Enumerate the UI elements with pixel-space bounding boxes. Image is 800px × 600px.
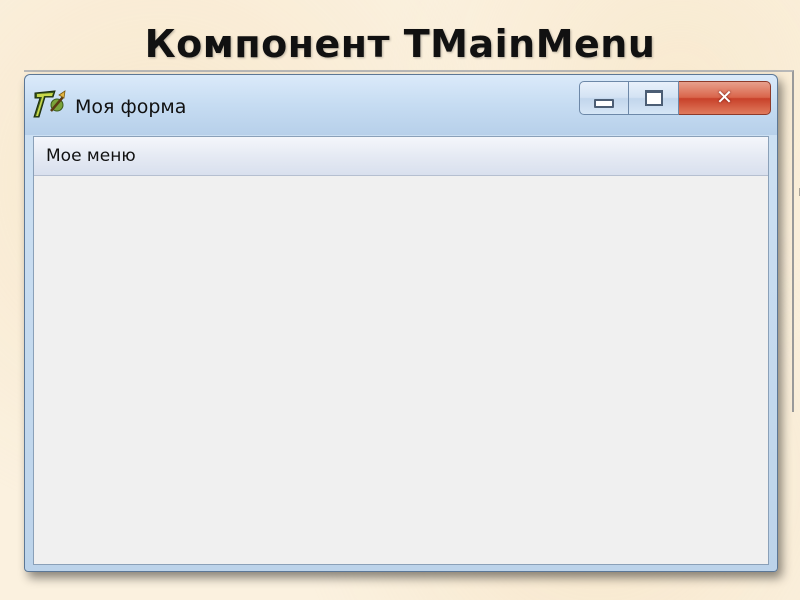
- app-window: Моя форма ✕ Мое меню: [24, 74, 778, 572]
- window-client-area: Мое меню: [33, 136, 769, 565]
- slide-title: Компонент TMainMenu: [144, 22, 656, 66]
- minimize-icon: [594, 98, 614, 108]
- maximize-icon: [644, 90, 663, 106]
- delphi-app-icon: [33, 89, 67, 119]
- close-icon: ✕: [716, 85, 733, 109]
- close-button[interactable]: ✕: [679, 81, 771, 115]
- minimize-button[interactable]: [579, 81, 629, 115]
- caption-buttons: ✕: [579, 81, 771, 115]
- menu-item-my-menu[interactable]: Мое меню: [40, 137, 142, 175]
- maximize-button[interactable]: [629, 81, 679, 115]
- window-titlebar[interactable]: Моя форма ✕: [25, 75, 777, 135]
- form-body: [34, 176, 768, 564]
- main-menu-bar: Мое меню: [34, 137, 768, 176]
- window-title: Моя форма: [75, 96, 187, 118]
